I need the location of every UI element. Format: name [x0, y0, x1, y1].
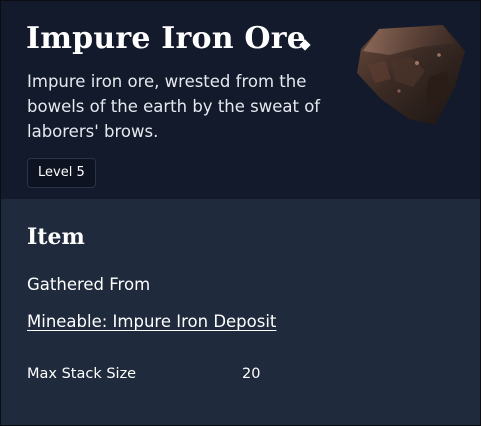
- gathered-from-label: Gathered From: [27, 275, 151, 294]
- item-title: Impure Iron Ore: [26, 21, 307, 56]
- max-stack-label: Max Stack Size: [27, 366, 137, 382]
- max-stack-value: 20: [242, 366, 261, 382]
- level-badge: Level 5: [27, 158, 96, 188]
- gathered-from-link[interactable]: Mineable: Impure Iron Deposit: [27, 312, 276, 331]
- section-title: Item: [27, 224, 85, 250]
- item-header: Impure Iron Ore Impure iron ore, wrested…: [1, 1, 480, 199]
- item-tooltip-card: Impure Iron Ore Impure iron ore, wrested…: [0, 0, 481, 426]
- item-description: Impure iron ore, wrested from the bowels…: [27, 72, 321, 141]
- ore-rock-icon: [357, 25, 465, 125]
